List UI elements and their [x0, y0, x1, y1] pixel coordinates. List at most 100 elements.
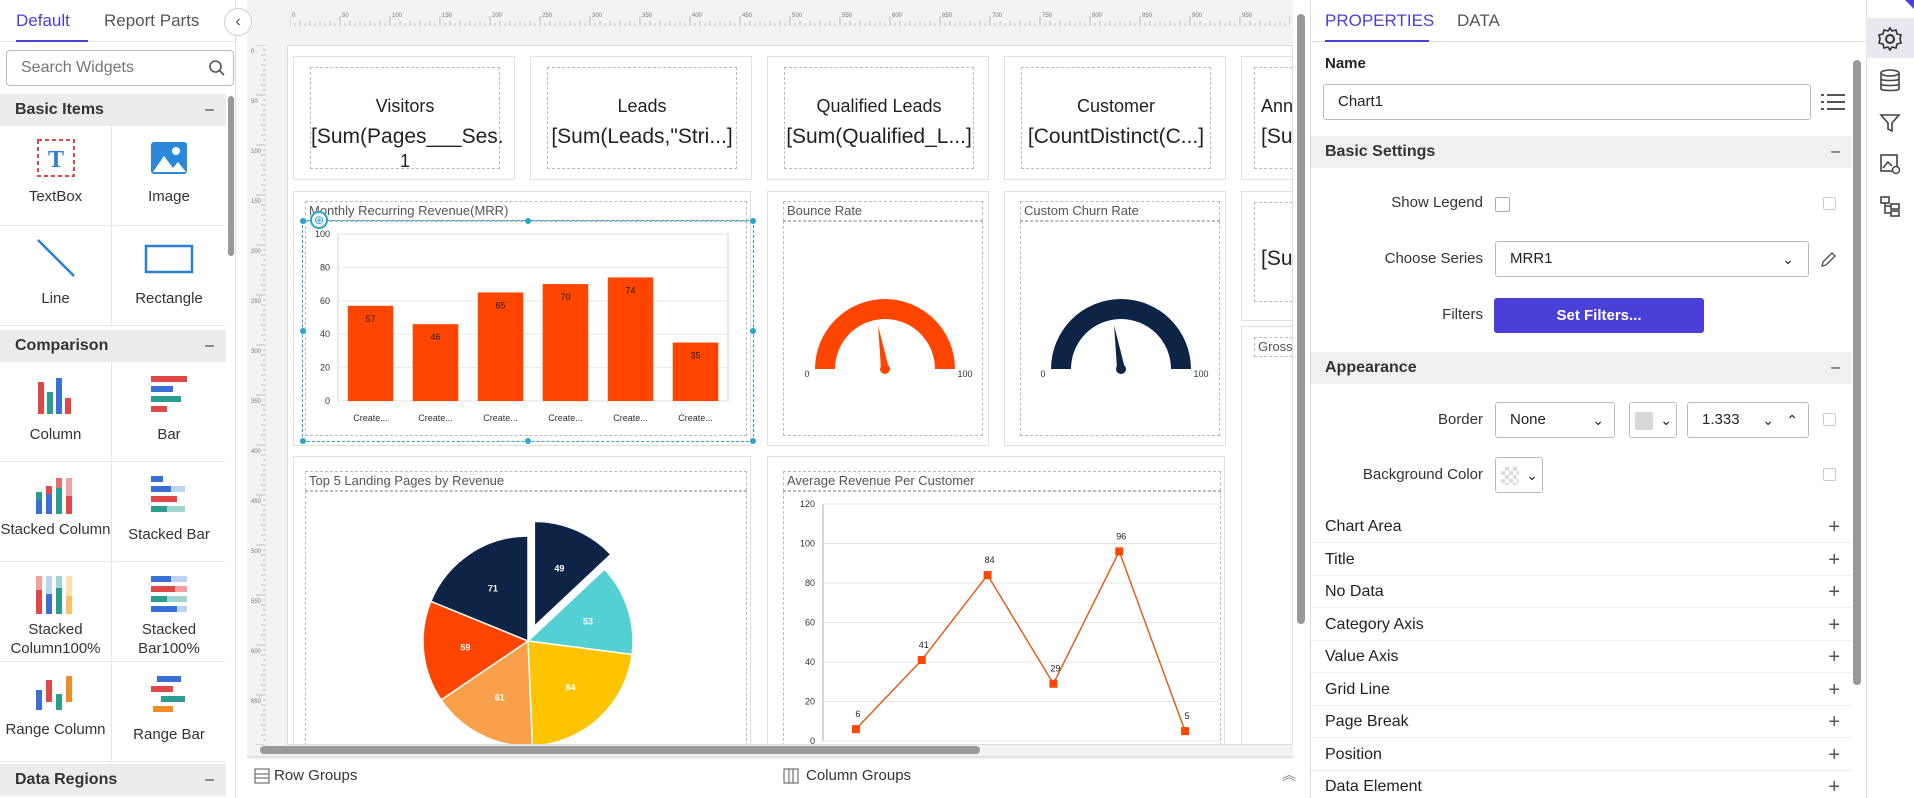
widget-stacked-column[interactable]: Stacked Column	[0, 462, 112, 562]
group-bar: Row Groups Column Groups ︽	[247, 756, 1296, 798]
hierarchy-icon[interactable]	[1879, 195, 1901, 217]
pie-label: 53	[583, 617, 593, 627]
gauge-min-label: 0	[804, 369, 809, 379]
section-basic-items[interactable]: Basic Items –	[0, 94, 226, 126]
expand-icon[interactable]: +	[1828, 739, 1840, 771]
section-label: Data Regions	[15, 771, 118, 788]
section-title[interactable]: Title +	[1311, 544, 1852, 576]
search-widgets-input[interactable]	[6, 50, 234, 86]
widget-textbox[interactable]: T TextBox	[0, 126, 112, 226]
rectangle-icon	[144, 244, 194, 274]
ruler-label: 250	[542, 13, 553, 19]
expand-icon[interactable]: +	[1828, 544, 1840, 576]
widget-image[interactable]: Image	[113, 126, 225, 226]
widget-rectangle[interactable]: Rectangle	[113, 226, 225, 326]
widget-tabs: Default Report Parts	[0, 0, 236, 42]
image-settings-icon[interactable]	[1879, 153, 1901, 175]
section-position[interactable]: Position +	[1311, 739, 1852, 771]
widget-label: Stacked Bar100%	[138, 621, 200, 657]
widget-range-column[interactable]: Range Column	[0, 662, 112, 762]
widget-line[interactable]: Line	[0, 226, 112, 326]
tab-properties[interactable]: PROPERTIES	[1325, 0, 1434, 42]
expand-icon[interactable]: +	[1828, 511, 1840, 543]
section-data-element[interactable]: Data Element +	[1311, 771, 1852, 798]
resize-handle	[300, 218, 306, 224]
choose-series-select[interactable]: MRR1 ⌄	[1495, 241, 1809, 277]
chevron-up-icon[interactable]: ⌃	[1786, 403, 1798, 437]
section-label: Appearance	[1325, 359, 1417, 376]
widget-bar[interactable]: Bar	[113, 362, 225, 462]
widget-label: Line	[41, 290, 70, 307]
widget-range-bar[interactable]: Range Bar	[113, 662, 225, 762]
widget-stacked-column100[interactable]: Stacked Column100%	[0, 562, 112, 662]
section-label: Data Element	[1325, 778, 1422, 795]
chevron-down-icon[interactable]: ⌄	[1762, 403, 1774, 437]
collapse-icon[interactable]: –	[1831, 352, 1840, 384]
widget-stacked-bar100[interactable]: Stacked Bar100%	[113, 562, 225, 662]
section-category-axis[interactable]: Category Axis +	[1311, 609, 1852, 641]
canvas-vertical-scrollbar[interactable]	[1297, 14, 1305, 624]
tab-data[interactable]: DATA	[1457, 0, 1507, 42]
tab-default[interactable]: Default	[16, 0, 88, 42]
data-label: 29	[1050, 664, 1060, 674]
expand-up-icon[interactable]: ︽	[1282, 765, 1296, 785]
y-tick-label: 40	[320, 329, 330, 339]
ruler-label: 300	[251, 349, 262, 355]
expand-icon[interactable]: +	[1828, 609, 1840, 641]
border-style-select[interactable]: None ⌄	[1495, 402, 1615, 438]
section-appearance[interactable]: Appearance –	[1311, 352, 1852, 384]
collapse-icon[interactable]: –	[205, 330, 214, 362]
expand-icon[interactable]: +	[1828, 641, 1840, 673]
ruler-label: 600	[251, 649, 262, 655]
expand-icon[interactable]: +	[1828, 576, 1840, 608]
line-icon	[36, 239, 75, 277]
gear-icon[interactable]	[1877, 26, 1903, 52]
reset-checkbox[interactable]	[1823, 413, 1836, 426]
resize-handle	[750, 218, 756, 224]
data-label: 35	[690, 351, 700, 361]
section-comparison[interactable]: Comparison –	[0, 330, 226, 362]
row-groups-label[interactable]: Row Groups	[274, 767, 357, 784]
edit-pencil-icon[interactable]	[1819, 251, 1837, 269]
background-color-picker[interactable]: ⌄	[1495, 457, 1543, 493]
section-grid-line[interactable]: Grid Line +	[1311, 674, 1852, 706]
reset-checkbox[interactable]	[1823, 468, 1836, 481]
charts-layer[interactable]: 02040608010057Create...46Create...65Crea…	[288, 46, 1293, 745]
stacked-bar100-icon	[151, 576, 187, 612]
y-tick-label: 100	[315, 229, 330, 239]
list-view-icon[interactable]	[1821, 91, 1845, 113]
section-chart-area[interactable]: Chart Area +	[1311, 511, 1852, 543]
expand-icon[interactable]: +	[1828, 706, 1840, 738]
collapse-icon[interactable]: –	[205, 94, 214, 126]
border-width-input[interactable]: 1.333 ⌄ ⌃	[1687, 402, 1809, 438]
ruler-label: 950	[1242, 13, 1253, 19]
ruler-label: 50	[342, 13, 349, 19]
column-groups-label[interactable]: Column Groups	[806, 767, 911, 784]
section-basic-settings[interactable]: Basic Settings –	[1311, 136, 1852, 168]
properties-scrollbar[interactable]	[1853, 60, 1861, 685]
ruler-label: 550	[251, 599, 262, 605]
collapse-icon[interactable]: –	[1831, 136, 1840, 168]
show-legend-checkbox[interactable]	[1495, 197, 1510, 212]
name-input[interactable]: Chart1	[1323, 84, 1811, 120]
filter-icon[interactable]	[1879, 112, 1901, 134]
collapse-panel-button[interactable]: ‹	[224, 8, 252, 36]
canvas-horizontal-scrollbar[interactable]	[260, 746, 980, 754]
expand-icon[interactable]: +	[1828, 674, 1840, 706]
border-color-picker[interactable]: ⌄	[1629, 402, 1677, 438]
section-no-data[interactable]: No Data +	[1311, 576, 1852, 608]
collapse-icon[interactable]: –	[205, 764, 214, 796]
search-icon[interactable]	[208, 59, 226, 77]
widget-stacked-bar[interactable]: Stacked Bar	[113, 462, 225, 562]
widget-panel-scrollbar[interactable]	[228, 96, 234, 256]
database-icon[interactable]	[1879, 69, 1901, 93]
widget-column[interactable]: Column	[0, 362, 112, 462]
section-page-break[interactable]: Page Break +	[1311, 706, 1852, 738]
y-tick-label: 20	[320, 363, 330, 373]
tab-report-parts[interactable]: Report Parts	[104, 0, 214, 42]
reset-checkbox[interactable]	[1823, 197, 1836, 210]
set-filters-button[interactable]: Set Filters...	[1494, 298, 1704, 333]
expand-icon[interactable]: +	[1828, 771, 1840, 798]
section-value-axis[interactable]: Value Axis +	[1311, 641, 1852, 673]
section-data-regions[interactable]: Data Regions –	[0, 764, 226, 796]
